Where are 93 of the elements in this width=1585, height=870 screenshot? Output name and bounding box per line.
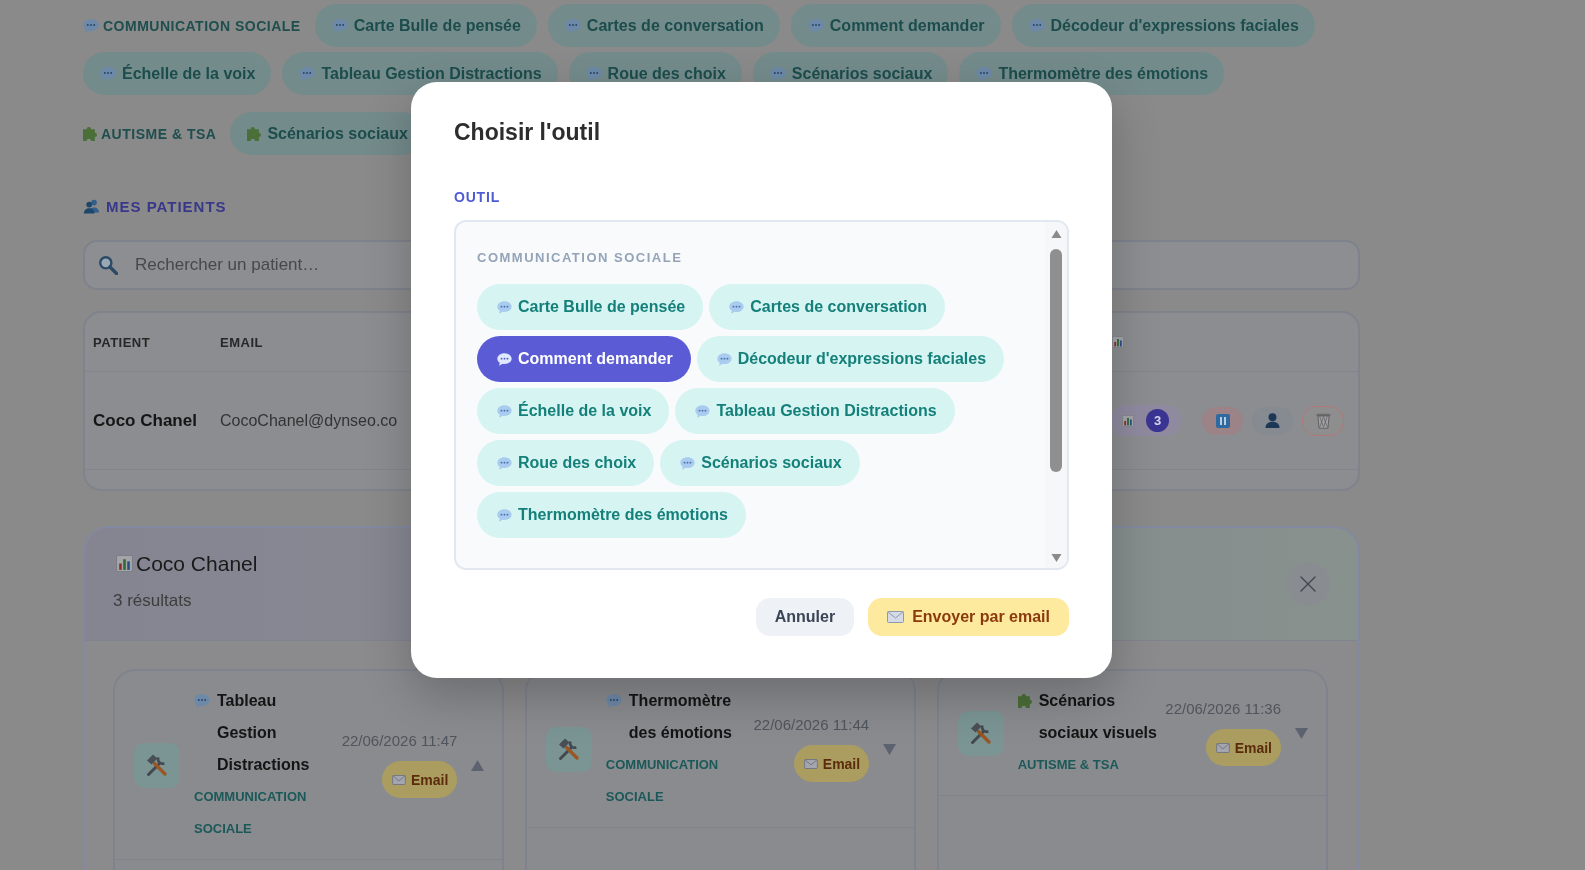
tool-option[interactable]: Roue des choix (477, 440, 655, 486)
email-button[interactable]: Email (381, 761, 458, 798)
speech-bubble-icon (497, 456, 512, 470)
tool-list[interactable] (454, 220, 1069, 570)
speech-bubble-icon (585, 66, 602, 81)
tool-chip[interactable]: Échelle de la voix (83, 52, 272, 95)
search-icon (98, 255, 118, 275)
tool-chip[interactable]: Carte Bulle de pensée (314, 4, 537, 47)
speech-bubble-icon (716, 352, 732, 366)
tool-option[interactable]: Thermomètre des émotions (477, 492, 746, 538)
date-text: 22/06/2026 11:44 (753, 716, 870, 734)
tools-icon (134, 742, 180, 788)
field-label: OUTIL (454, 188, 500, 206)
puzzle-icon (247, 126, 262, 141)
trash-icon (1315, 412, 1331, 429)
results-count-text: 3 résultats (113, 590, 193, 611)
count-badge: 3 (1146, 409, 1169, 432)
envelope-icon (1215, 742, 1230, 753)
tool-option[interactable]: Comment demander (477, 336, 691, 382)
tool-option[interactable]: Tableau Gestion Distractions (675, 388, 955, 434)
caret-icon[interactable] (471, 759, 485, 771)
tool-option[interactable]: Carte Bulle de pensée (477, 284, 704, 330)
speech-bubble-icon (769, 66, 786, 81)
tool-option[interactable]: Échelle de la voix (477, 388, 670, 434)
pause-button[interactable] (1202, 406, 1243, 435)
envelope-icon (391, 774, 406, 785)
group-label: COMMUNICATION SOCIALE (477, 250, 683, 266)
speech-bubble-icon (1028, 18, 1045, 33)
envelope-icon (887, 611, 905, 623)
category-label: COMMUNICATION SOCIALE (103, 17, 301, 34)
tool-option[interactable]: Décodeur d'expressions faciales (696, 336, 1005, 382)
delete-button[interactable] (1302, 405, 1344, 436)
date-text: 22/06/2026 11:36 (1165, 700, 1281, 718)
speech-bubble-icon (497, 300, 512, 314)
speech-bubble-icon (299, 66, 316, 81)
category-text: AUTISME & TSA (1017, 756, 1120, 774)
scroll-up-icon[interactable] (1050, 230, 1062, 238)
close-icon (1300, 576, 1316, 592)
puzzle-icon (1017, 694, 1032, 708)
dialog-title: Choisir l'outil (454, 118, 601, 147)
column-header: EMAIL (220, 334, 263, 350)
tools-icon (957, 710, 1004, 756)
speech-bubble-icon (497, 352, 512, 366)
tool-option[interactable]: Scénarios sociaux (660, 440, 860, 486)
bar-chart-icon (116, 555, 133, 572)
result-title: Tableau Gestion Distractions (217, 691, 311, 775)
scrollbar-thumb[interactable] (1050, 249, 1062, 472)
tools-icon (545, 726, 592, 772)
speech-bubble-icon (729, 300, 745, 314)
pause-icon (1215, 413, 1230, 428)
cancel-button[interactable]: Annuler (755, 598, 855, 636)
speech-bubble-icon (976, 66, 993, 81)
person-icon (1265, 413, 1280, 428)
tool-option[interactable]: Cartes de conversation (709, 284, 946, 330)
scroll-down-icon[interactable] (1050, 554, 1062, 562)
profile-button[interactable] (1252, 406, 1293, 435)
speech-bubble-icon (680, 456, 696, 470)
speech-bubble-icon (564, 18, 581, 33)
speech-bubble-icon (497, 508, 512, 522)
speech-bubble-icon (807, 18, 824, 33)
caret-icon[interactable] (883, 743, 897, 755)
result-title: Scénarios sociaux visuels (1038, 691, 1158, 743)
puzzle-icon (83, 126, 97, 141)
envelope-icon (803, 758, 818, 769)
tool-chip[interactable]: Comment demander (790, 4, 1001, 47)
bar-chart-icon (1122, 414, 1134, 427)
speech-bubble-icon (100, 66, 116, 81)
tool-chip[interactable]: Décodeur d'expressions faciales (1011, 4, 1315, 47)
date-text: 22/06/2026 11:47 (341, 732, 458, 750)
tool-chip[interactable]: Cartes de conversation (547, 4, 780, 47)
patient-name: Coco Chanel (93, 410, 197, 431)
category-label: AUTISME & TSA (101, 125, 217, 142)
bar-chart-icon (1112, 336, 1124, 348)
speech-bubble-icon (331, 18, 348, 33)
category-text: COMMUNICATION SOCIALE (605, 756, 720, 806)
close-button[interactable] (1286, 562, 1330, 606)
speech-bubble-icon (497, 404, 512, 418)
email-button[interactable]: Email (793, 745, 870, 782)
email-cell: CocoChanel@dynseo.co (220, 411, 398, 430)
speech-bubble-icon (695, 404, 711, 418)
speech-bubble-icon (605, 694, 622, 708)
section-title: MES PATIENTS (106, 197, 227, 215)
column-header: PATIENT (93, 334, 151, 350)
email-button[interactable]: Email (1205, 729, 1281, 766)
category-text: COMMUNICATION SOCIALE (194, 788, 308, 838)
speech-bubble-icon (194, 694, 210, 708)
people-icon (83, 198, 100, 214)
send-email-button[interactable]: Envoyer par email (868, 598, 1069, 636)
caret-icon[interactable] (1295, 727, 1308, 739)
results-button[interactable]: 3 (1110, 405, 1181, 436)
panel-title: Coco Chanel (136, 551, 258, 576)
speech-bubble-icon (83, 18, 99, 33)
result-title: Thermomètre des émotions (628, 691, 733, 743)
